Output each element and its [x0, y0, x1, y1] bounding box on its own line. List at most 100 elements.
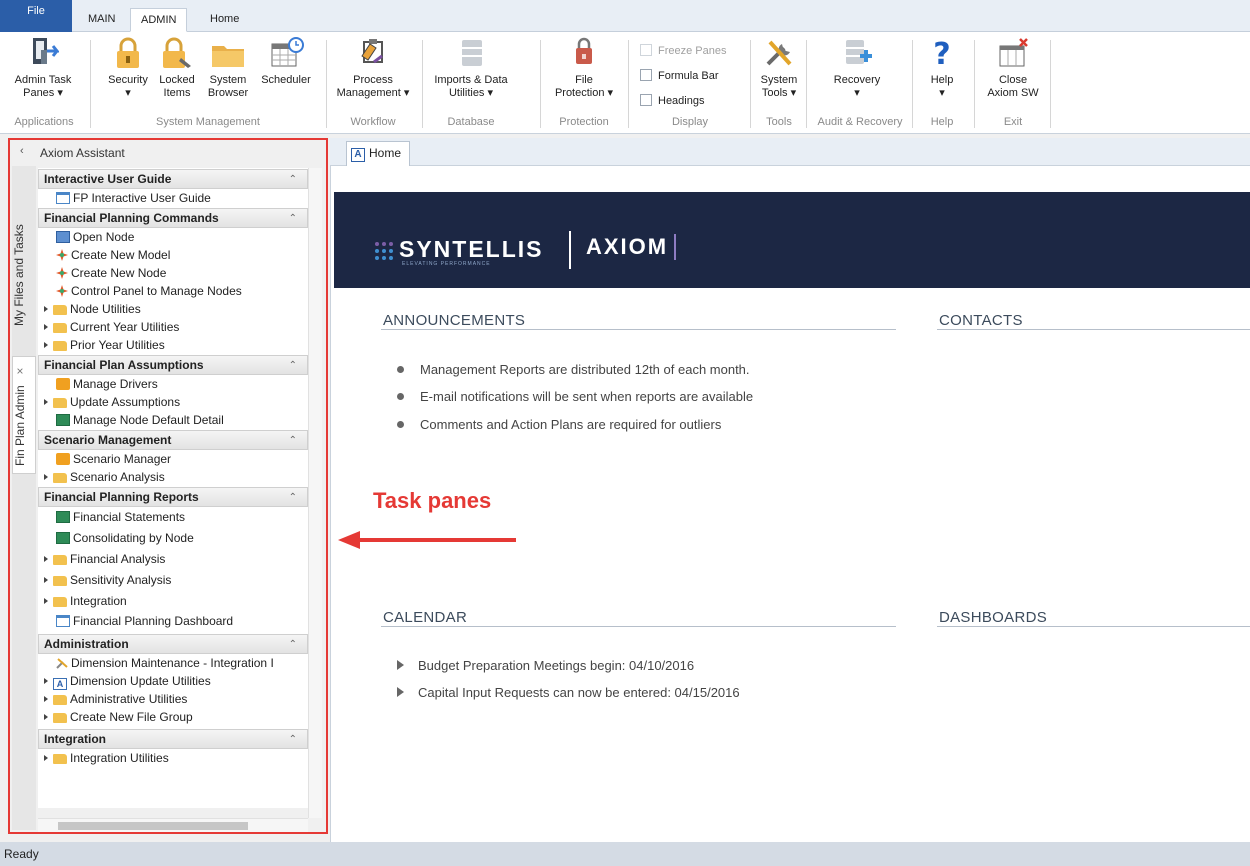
ribbon-separator	[326, 40, 327, 128]
ribbon: Admin Task Panes ▾ Applications Security…	[0, 32, 1250, 134]
heading-underline	[937, 329, 1250, 330]
calendar-text: Budget Preparation Meetings begin: 04/10…	[418, 658, 695, 673]
lock-icon	[117, 37, 139, 68]
system-browser-label-2: Browser	[207, 87, 249, 99]
headings-checkbox[interactable]: Headings	[640, 94, 704, 107]
admin-task-panes-label-1: Admin Task	[14, 74, 72, 86]
locked-items-label-2: Items	[163, 87, 191, 99]
close-axiom-label-1: Close	[998, 74, 1028, 86]
brand-name: SYNTELLIS	[399, 236, 544, 262]
tools-icon	[766, 40, 792, 66]
brand-tagline: ELEVATING PERFORMANCE	[402, 261, 491, 267]
calendar-item: Budget Preparation Meetings begin: 04/10…	[397, 658, 694, 673]
announcement-text: Management Reports are distributed 12th …	[420, 362, 750, 377]
recovery-button[interactable]: Recovery ▾	[812, 36, 902, 100]
file-protection-label-2: Protection ▾	[554, 87, 614, 99]
formula-bar-checkbox[interactable]: Formula Bar	[640, 69, 719, 82]
announcement-item: Management Reports are distributed 12th …	[397, 362, 750, 377]
scheduler-label: Scheduler	[261, 74, 311, 86]
status-bar: Ready	[0, 842, 1250, 866]
close-axiom-button[interactable]: Close Axiom SW	[982, 36, 1044, 100]
play-arrow-icon	[397, 660, 404, 670]
heading-underline	[381, 329, 896, 330]
tab-admin[interactable]: ADMIN	[130, 8, 188, 32]
admin-task-panes-button[interactable]: Admin Task Panes ▾	[10, 36, 76, 100]
group-label-exit: Exit	[1003, 116, 1023, 128]
brand-banner: SYNTELLIS ELEVATING PERFORMANCE AXIOM	[334, 192, 1250, 288]
checkbox-box	[640, 44, 652, 56]
security-button[interactable]: Security ▾	[100, 36, 156, 100]
svg-text:?: ?	[933, 37, 950, 70]
ribbon-separator	[628, 40, 629, 128]
group-label-display: Display	[671, 116, 709, 128]
tab-file[interactable]: File	[0, 0, 72, 32]
admin-task-panes-label-2: Panes ▾	[23, 87, 63, 99]
checkbox-box	[640, 94, 652, 106]
calendar-item: Capital Input Requests can now be entere…	[397, 685, 740, 700]
bullet-icon	[397, 421, 404, 428]
syntellis-logo-icon	[375, 242, 393, 260]
system-browser-label-1: System	[209, 74, 247, 86]
ribbon-separator	[1050, 40, 1051, 128]
calendar-heading: CALENDAR	[383, 609, 468, 626]
ribbon-separator	[974, 40, 975, 128]
close-axiom-label-2: Axiom SW	[987, 87, 1039, 99]
bullet-icon	[397, 393, 404, 400]
file-protection-label-1: File	[575, 74, 593, 86]
database-icon	[462, 40, 482, 66]
ribbon-separator	[422, 40, 423, 128]
headings-label: Headings	[658, 95, 705, 107]
announcement-item: Comments and Action Plans are required f…	[397, 417, 721, 432]
recovery-icon	[846, 40, 872, 64]
axiom-file-icon: A	[351, 148, 365, 162]
locked-items-button[interactable]: Locked Items	[154, 36, 200, 100]
group-label-tools: Tools	[766, 116, 792, 128]
group-label-workflow: Workflow	[350, 116, 396, 128]
group-label-system-management: System Management	[156, 116, 260, 128]
system-tools-button[interactable]: System Tools ▾	[756, 36, 802, 100]
product-name: AXIOM	[586, 234, 677, 260]
imports-data-utilities-button[interactable]: Imports & Data Utilities ▾	[426, 36, 516, 100]
freeze-panes-checkbox[interactable]: Freeze Panes	[640, 44, 726, 57]
tab-main[interactable]: MAIN	[78, 8, 126, 32]
brand-divider	[569, 231, 571, 269]
announcement-item: E-mail notifications will be sent when r…	[397, 389, 753, 404]
task-panes-annotation: Task panes	[373, 488, 492, 513]
process-management-label-1: Process	[353, 74, 393, 86]
doc-tab-label: Home	[369, 146, 402, 160]
locked-items-label-1: Locked	[159, 74, 195, 86]
heading-underline	[937, 626, 1250, 627]
help-icon: ?	[933, 37, 950, 70]
recovery-label: Recovery	[833, 74, 881, 86]
locked-items-icon	[163, 37, 191, 68]
calendar-text: Capital Input Requests can now be entere…	[418, 685, 740, 700]
file-protection-button[interactable]: File Protection ▾	[544, 36, 624, 100]
ribbon-separator	[750, 40, 751, 128]
process-management-button[interactable]: Process Management ▾	[330, 36, 416, 100]
scheduler-button[interactable]: Scheduler	[256, 36, 316, 87]
help-dropdown: ▾	[939, 87, 945, 99]
annotation-arrow-icon	[338, 531, 516, 549]
group-label-database: Database	[447, 116, 495, 128]
folder-icon	[212, 46, 244, 67]
file-protection-icon	[576, 37, 592, 64]
tab-home[interactable]: Home	[200, 8, 249, 32]
announcement-text: Comments and Action Plans are required f…	[420, 417, 722, 432]
group-label-applications: Applications	[14, 116, 74, 128]
tab-home-document[interactable]: A Home	[346, 141, 411, 166]
system-browser-button[interactable]: System Browser	[202, 36, 254, 100]
close-window-icon	[999, 38, 1028, 67]
help-button[interactable]: ? Help ▾	[920, 36, 964, 100]
formula-bar-label: Formula Bar	[658, 70, 719, 82]
ribbon-separator	[540, 40, 541, 128]
process-management-label-2: Management ▾	[336, 87, 410, 99]
dashboards-heading: DASHBOARDS	[939, 609, 1048, 626]
recovery-dropdown: ▾	[854, 87, 860, 99]
security-dropdown: ▾	[125, 87, 131, 99]
announcement-text: E-mail notifications will be sent when r…	[420, 389, 754, 404]
group-label-audit-recovery: Audit & Recovery	[817, 116, 903, 128]
group-label-protection: Protection	[559, 116, 609, 128]
ribbon-separator	[912, 40, 913, 128]
ribbon-tab-bar: File MAIN ADMIN Home	[0, 0, 1250, 32]
contacts-heading: CONTACTS	[939, 312, 1023, 329]
